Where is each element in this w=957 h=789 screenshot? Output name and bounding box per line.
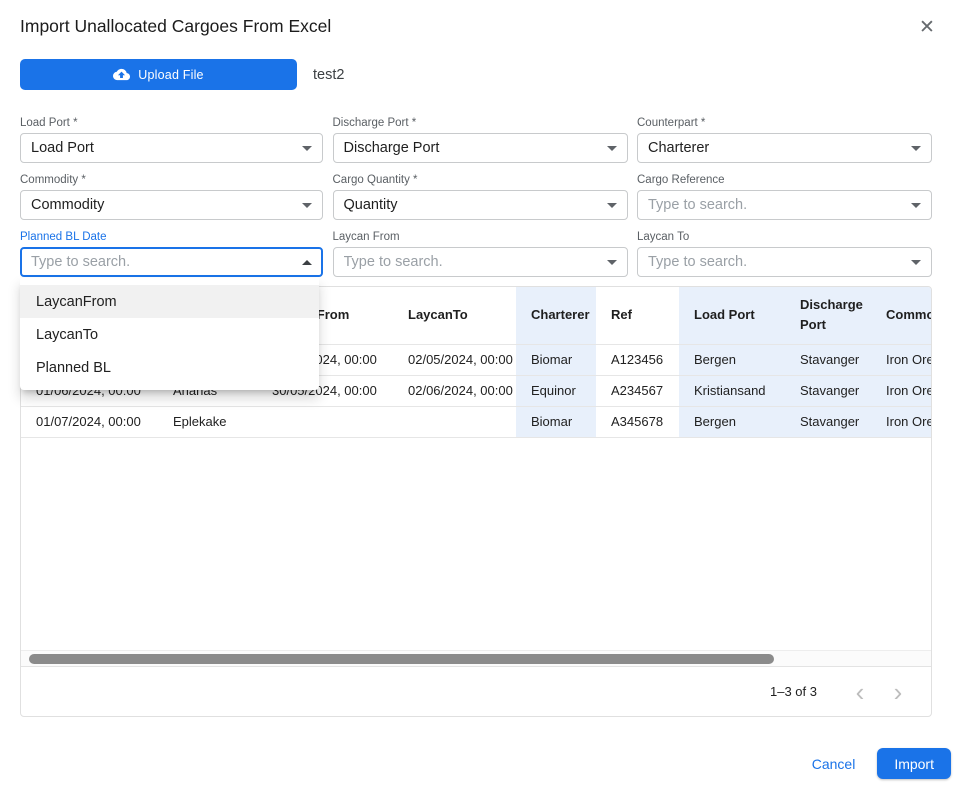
next-page-icon[interactable]: ›	[879, 673, 917, 711]
page-range-label: 1–3 of 3	[770, 684, 817, 699]
cell: Eplekake	[158, 406, 257, 437]
counterpart-label: Counterpart *	[637, 116, 932, 130]
column-header-ref: Ref	[596, 287, 679, 344]
mapping-form: Load Port * Discharge Port * Counterpart…	[20, 110, 932, 277]
planned-bl-date-label: Planned BL Date	[20, 230, 323, 244]
chevron-down-icon	[302, 203, 312, 208]
laycan-to-input[interactable]	[648, 254, 903, 270]
cell: Stavanger	[785, 406, 871, 437]
dropdown-option-laycanto[interactable]: LaycanTo	[20, 318, 319, 351]
cargo-reference-label: Cargo Reference	[637, 173, 932, 187]
planned-bl-date-dropdown: LaycanFrom LaycanTo Planned BL	[20, 278, 319, 390]
discharge-port-value[interactable]	[344, 140, 599, 156]
cargo-reference-select[interactable]	[637, 190, 932, 220]
chevron-down-icon	[302, 146, 312, 151]
cell: 02/05/2024, 00:00	[393, 344, 516, 375]
cell-laycan-to-warning: 02/06/2024, 00:00	[393, 375, 516, 406]
cell	[393, 406, 516, 437]
cell	[257, 406, 393, 437]
planned-bl-date-input[interactable]	[31, 254, 294, 270]
cell: A345678	[596, 406, 679, 437]
cell: A123456	[596, 344, 679, 375]
previous-page-icon[interactable]: ‹	[841, 673, 879, 711]
cargo-quantity-value[interactable]	[344, 197, 599, 213]
upload-file-button[interactable]: Upload File	[20, 59, 297, 90]
page-title: Import Unallocated Cargoes From Excel	[20, 16, 331, 37]
close-icon[interactable]: ✕	[913, 14, 941, 42]
load-port-value[interactable]	[31, 140, 294, 156]
cell: Stavanger	[785, 344, 871, 375]
discharge-port-select[interactable]	[333, 133, 628, 163]
cell: Biomar	[516, 344, 596, 375]
commodity-label: Commodity *	[20, 173, 323, 187]
field-laycan-to: Laycan To	[637, 230, 932, 277]
chevron-down-icon	[911, 203, 921, 208]
horizontal-scrollbar[interactable]	[21, 650, 931, 666]
laycan-to-select[interactable]	[637, 247, 932, 277]
field-commodity: Commodity *	[20, 173, 323, 220]
cell: Kristiansand	[679, 375, 785, 406]
field-counterpart: Counterpart *	[637, 116, 932, 163]
cloud-upload-icon	[113, 66, 130, 83]
laycan-from-label: Laycan From	[333, 230, 628, 244]
cargo-reference-input[interactable]	[648, 197, 903, 213]
column-header-discharge-port: Discharge Port	[785, 287, 871, 344]
pagination-bar: 1–3 of 3 ‹ ›	[21, 666, 931, 716]
column-header-commodity: Commodity	[871, 287, 931, 344]
upload-file-label: Upload File	[138, 68, 203, 82]
column-header-charterer: Charterer	[516, 287, 596, 344]
column-header-laycan-to: LaycanTo	[393, 287, 516, 344]
laycan-from-select[interactable]	[333, 247, 628, 277]
chevron-up-icon	[302, 260, 312, 265]
field-cargo-quantity: Cargo Quantity *	[333, 173, 628, 220]
cell: Stavanger	[785, 375, 871, 406]
cell: Biomar	[516, 406, 596, 437]
field-laycan-from: Laycan From	[333, 230, 628, 277]
counterpart-select[interactable]	[637, 133, 932, 163]
load-port-label: Load Port *	[20, 116, 323, 130]
uploaded-file-name: test2	[313, 59, 344, 90]
chevron-down-icon	[607, 203, 617, 208]
load-port-select[interactable]	[20, 133, 323, 163]
cancel-button[interactable]: Cancel	[812, 756, 856, 772]
table-row: 01/07/2024, 00:00 Eplekake Biomar A34567…	[21, 406, 931, 437]
field-planned-bl-date: Planned BL Date	[20, 230, 323, 277]
chevron-down-icon	[607, 146, 617, 151]
laycan-from-input[interactable]	[344, 254, 599, 270]
discharge-port-label: Discharge Port *	[333, 116, 628, 130]
column-header-load-port: Load Port	[679, 287, 785, 344]
dialog-footer: Cancel Import	[812, 748, 951, 779]
cell: Bergen	[679, 344, 785, 375]
planned-bl-date-select[interactable]	[20, 247, 323, 277]
scrollbar-thumb[interactable]	[29, 654, 774, 664]
chevron-down-icon	[607, 260, 617, 265]
field-discharge-port: Discharge Port *	[333, 116, 628, 163]
field-load-port: Load Port *	[20, 116, 323, 163]
cell: 01/07/2024, 00:00	[21, 406, 158, 437]
cell: Iron Ore	[871, 375, 931, 406]
cell: A234567	[596, 375, 679, 406]
chevron-down-icon	[911, 260, 921, 265]
cell: Iron Ore	[871, 406, 931, 437]
dropdown-option-laycanfrom[interactable]: LaycanFrom	[20, 285, 319, 318]
import-button[interactable]: Import	[877, 748, 951, 779]
dropdown-option-planned-bl[interactable]: Planned BL	[20, 351, 319, 384]
field-cargo-reference: Cargo Reference	[637, 173, 932, 220]
counterpart-value[interactable]	[648, 140, 903, 156]
commodity-value[interactable]	[31, 197, 294, 213]
cargo-quantity-label: Cargo Quantity *	[333, 173, 628, 187]
commodity-select[interactable]	[20, 190, 323, 220]
cell: Bergen	[679, 406, 785, 437]
cargo-quantity-select[interactable]	[333, 190, 628, 220]
laycan-to-label: Laycan To	[637, 230, 932, 244]
cell: Iron Ore	[871, 344, 931, 375]
cell: Equinor	[516, 375, 596, 406]
chevron-down-icon	[911, 146, 921, 151]
